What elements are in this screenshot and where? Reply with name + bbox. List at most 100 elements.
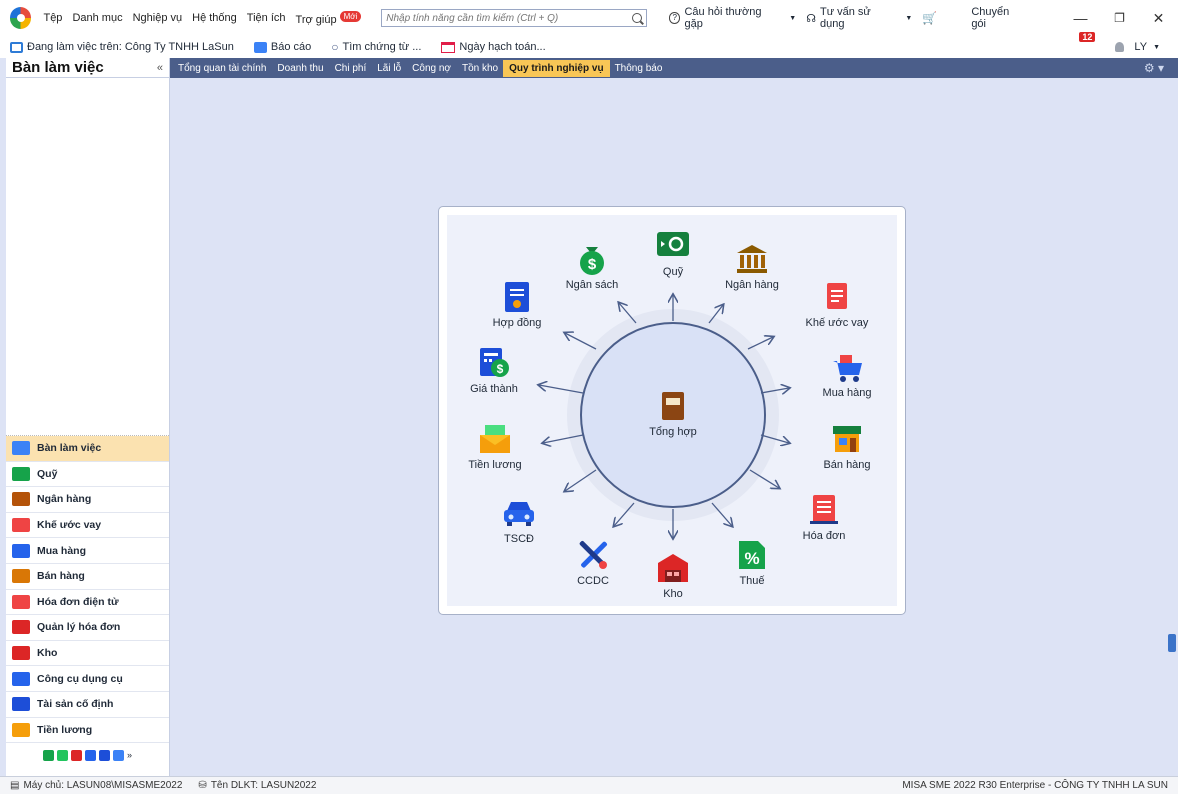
- mini-icon-1[interactable]: [42, 749, 54, 761]
- user-name[interactable]: LY: [1134, 41, 1147, 53]
- nav-item-label: Ngân hàng: [37, 493, 92, 506]
- nav-item-warehouse[interactable]: Kho: [6, 641, 169, 667]
- dashboard-tabs: Tổng quan tài chính Doanh thu Chi phí Lã…: [170, 58, 1178, 78]
- nav-item-salary[interactable]: Tiền lương: [6, 718, 169, 744]
- nav-item-label: Quỹ: [37, 467, 58, 480]
- menu-file[interactable]: Tệp: [43, 12, 62, 24]
- process-diagram: Tổng hợp Quỹ $ Ngân sách Ngân hàng Hợp đ…: [447, 215, 897, 606]
- node-payroll[interactable]: Tiền lương: [445, 423, 545, 471]
- nav-item-loan[interactable]: Khế ước vay: [6, 513, 169, 539]
- minimize-button[interactable]: —: [1061, 10, 1100, 26]
- support-dropdown-icon[interactable]: ▼: [905, 15, 912, 22]
- question-icon: ?: [668, 12, 681, 24]
- nav-item-label: Bàn làm việc: [37, 442, 102, 455]
- mini-icon-6[interactable]: [112, 749, 124, 761]
- menu-catalog[interactable]: Danh mục: [72, 12, 122, 24]
- more-chevron-icon[interactable]: »: [127, 750, 132, 760]
- restore-button[interactable]: ❐: [1100, 11, 1139, 25]
- mini-icon-5[interactable]: [98, 749, 110, 761]
- tax-percent-icon: %: [736, 539, 768, 571]
- settings-gear-icon[interactable]: ⚙ ▾: [1144, 61, 1164, 75]
- top-right-tools: ? Câu hỏi thường gặp ▼ ☊ Tư vấn sử dụng …: [668, 6, 1025, 30]
- node-warehouse-label: Kho: [663, 588, 683, 600]
- collapse-panel-button[interactable]: «: [157, 62, 163, 74]
- nav-overflow-icons: »: [6, 743, 169, 767]
- left-panel-content: [6, 78, 169, 436]
- node-contract[interactable]: Hợp đồng: [467, 281, 567, 329]
- tab-notifications[interactable]: Thông báo: [615, 61, 663, 76]
- node-invoice[interactable]: Hóa đơn: [774, 494, 874, 542]
- node-sales[interactable]: Bán hàng: [797, 423, 897, 471]
- feature-search-input[interactable]: [386, 12, 632, 24]
- tab-financial-overview[interactable]: Tổng quan tài chính: [178, 61, 266, 76]
- menu-system[interactable]: Hệ thống: [192, 12, 237, 24]
- menu-help[interactable]: Trợ giúp Mới: [296, 10, 362, 26]
- node-sales-label: Bán hàng: [823, 459, 871, 471]
- tab-revenue[interactable]: Doanh thu: [277, 61, 323, 76]
- nav-item-store[interactable]: Bán hàng: [6, 564, 169, 590]
- report-label: Báo cáo: [270, 41, 312, 53]
- store-icon: [12, 569, 30, 584]
- faq-link[interactable]: Câu hỏi thường gặp: [684, 6, 779, 30]
- node-cash-label: Quỹ: [662, 266, 684, 278]
- svg-text:$: $: [588, 256, 597, 273]
- tab-debts[interactable]: Công nợ: [412, 61, 451, 76]
- menu-utilities[interactable]: Tiện ích: [247, 12, 286, 24]
- nav-item-label: Mua hàng: [37, 544, 86, 557]
- search-icon[interactable]: [631, 13, 642, 23]
- node-purchasing[interactable]: Mua hàng: [797, 351, 897, 399]
- invoice-icon: [12, 620, 30, 635]
- menu-operations[interactable]: Nghiệp vụ: [133, 12, 183, 24]
- invoice-icon: [808, 494, 840, 526]
- nav-item-tools[interactable]: Công cụ dụng cụ: [6, 666, 169, 692]
- status-bar: ▤ Máy chủ: LASUN08\MISASME2022 ⛁ Tên DLK…: [0, 776, 1178, 794]
- mini-icon-3[interactable]: [70, 749, 82, 761]
- mini-icon-4[interactable]: [84, 749, 96, 761]
- faq-dropdown-icon[interactable]: ▼: [789, 15, 796, 22]
- mini-icon-2[interactable]: [56, 749, 68, 761]
- report-button[interactable]: Báo cáo: [253, 41, 312, 53]
- nav-item-einvoice[interactable]: Hóa đơn điện tử: [6, 590, 169, 616]
- bank-icon: [736, 243, 768, 275]
- notification-count: 12: [1079, 32, 1096, 42]
- node-costing[interactable]: $ Giá thành: [444, 347, 544, 395]
- warehouse-icon: [657, 552, 689, 584]
- node-loan-agreement[interactable]: Khế ước vay: [787, 281, 887, 329]
- left-panel: Bàn làm việc « Bàn làm việc Quỹ Ngân hàng K…: [6, 58, 170, 776]
- side-expand-tab[interactable]: [1168, 634, 1176, 652]
- cart-upgrade-icon[interactable]: 🛒: [922, 11, 937, 25]
- node-fixed-assets[interactable]: TSCĐ: [469, 497, 569, 545]
- working-company[interactable]: Đang làm việc trên: Công Ty TNHH LaSun: [10, 41, 234, 53]
- notification-bell-icon[interactable]: 12: [1077, 32, 1097, 56]
- nav-item-cart[interactable]: Mua hàng: [6, 538, 169, 564]
- tab-business-process[interactable]: Quy trình nghiệp vụ: [503, 59, 610, 77]
- node-general-ledger[interactable]: Tổng hợp: [623, 390, 723, 438]
- find-document-label: Tìm chứng từ ...: [342, 41, 422, 53]
- switch-plan-link[interactable]: Chuyển gói: [971, 6, 1025, 30]
- posting-date-button[interactable]: Ngày hạch toán...: [441, 41, 546, 53]
- tab-profit-loss[interactable]: Lãi lỗ: [377, 61, 401, 76]
- loan-icon: [12, 518, 30, 533]
- car-icon: [12, 697, 30, 712]
- nav-item-car[interactable]: Tài sản cố định: [6, 692, 169, 718]
- node-warehouse[interactable]: Kho: [623, 552, 723, 600]
- tools-icon: [577, 539, 609, 571]
- svg-text:$: $: [497, 362, 504, 376]
- tab-expenses[interactable]: Chi phí: [335, 61, 367, 76]
- nav-item-invoice[interactable]: Quản lý hóa đơn: [6, 615, 169, 641]
- product-info: MISA SME 2022 R30 Enterprise - CÔNG TY T…: [902, 780, 1168, 791]
- nav-item-bank[interactable]: Ngân hàng: [6, 487, 169, 513]
- tools-icon: [12, 671, 30, 686]
- node-payroll-label: Tiền lương: [468, 459, 522, 471]
- support-link[interactable]: Tư vấn sử dụng: [820, 6, 895, 30]
- nav-item-cash[interactable]: Quỹ: [6, 462, 169, 488]
- working-company-label: Đang làm việc trên: Công Ty TNHH LaSun: [27, 41, 234, 53]
- server-info: Máy chủ: LASUN08\MISASME2022: [23, 780, 183, 791]
- find-document-button[interactable]: ○ Tìm chứng từ ...: [331, 40, 421, 54]
- left-panel-header: Bàn làm việc «: [6, 58, 169, 78]
- feature-search[interactable]: [381, 9, 647, 27]
- close-button[interactable]: ✕: [1139, 10, 1178, 27]
- user-dropdown-icon[interactable]: ▼: [1153, 44, 1160, 51]
- nav-item-chart[interactable]: Bàn làm việc: [6, 436, 169, 462]
- tab-inventory[interactable]: Tồn kho: [462, 61, 498, 76]
